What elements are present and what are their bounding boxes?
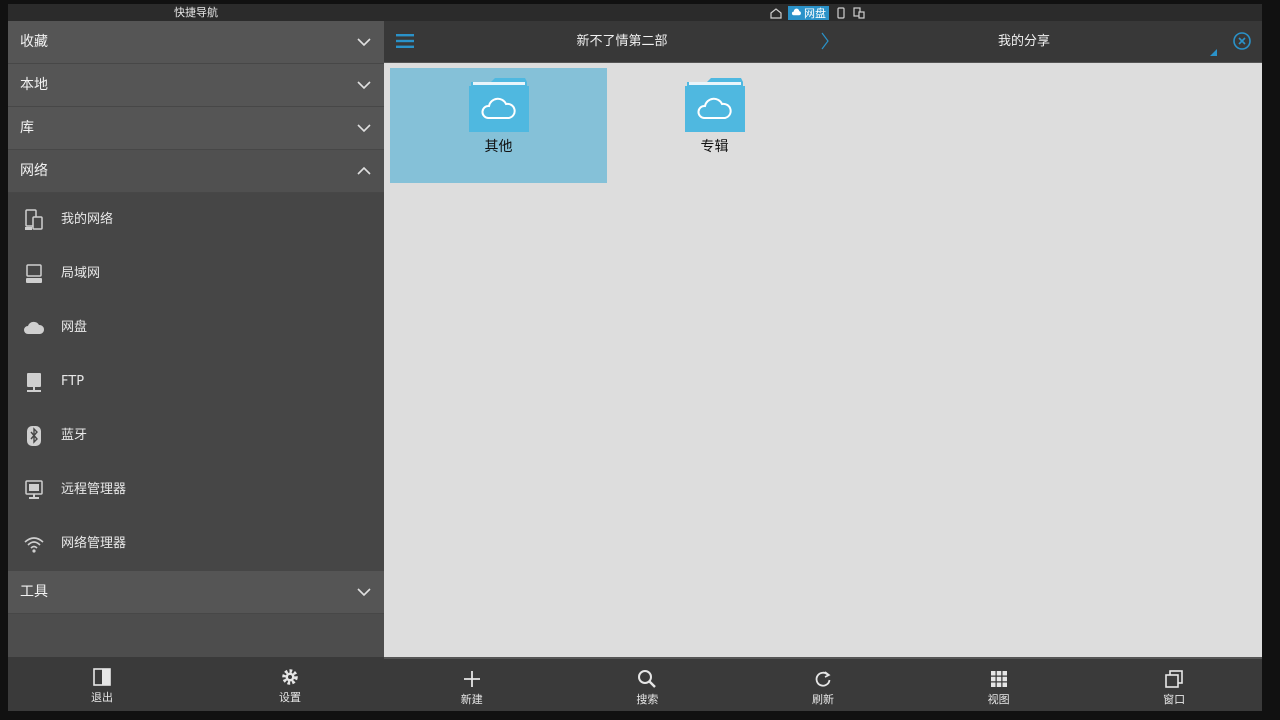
sidebar-item-label: 局域网 bbox=[61, 266, 101, 281]
section-label: 工具 bbox=[20, 584, 48, 600]
bottom-toolbar: 新建 搜索 刷新 视图 窗口 bbox=[384, 657, 1262, 711]
refresh-icon bbox=[815, 671, 831, 687]
search-label: 搜索 bbox=[636, 693, 659, 706]
cloud-drive-indicator-label: 网盘 bbox=[804, 6, 826, 20]
sidebar-item-cloud-drive[interactable]: 网盘 bbox=[8, 301, 384, 355]
main-panel: 网盘 新不了情第二部 我的分享 其他 专辑 新建 搜索 刷新 视图 窗口 bbox=[384, 4, 1262, 711]
refresh-button[interactable]: 刷新 bbox=[735, 659, 911, 711]
sidebar-title: 快捷导航 bbox=[8, 4, 384, 21]
quick-nav-sidebar: 快捷导航 收藏 本地 库 网络 我的网络 局域网 网盘 FTP 蓝牙 远程管理器… bbox=[8, 4, 384, 711]
exit-button[interactable]: 退出 bbox=[8, 657, 196, 711]
chevron-down-icon bbox=[357, 38, 371, 47]
status-icons: 网盘 bbox=[770, 4, 865, 21]
chevron-right-icon bbox=[821, 32, 829, 50]
window-button[interactable]: 窗口 bbox=[1086, 659, 1262, 711]
section-favorites[interactable]: 收藏 bbox=[8, 21, 384, 64]
window-label: 窗口 bbox=[1163, 693, 1186, 706]
new-button[interactable]: 新建 bbox=[384, 659, 560, 711]
sidebar-item-network-manager[interactable]: 网络管理器 bbox=[8, 517, 384, 571]
cloud-drive-indicator[interactable]: 网盘 bbox=[788, 5, 829, 20]
sidebar-item-label: 网络管理器 bbox=[61, 536, 127, 551]
exit-icon bbox=[93, 668, 111, 686]
ftp-icon bbox=[27, 373, 41, 392]
sidebar-item-bluetooth[interactable]: 蓝牙 bbox=[8, 409, 384, 463]
search-icon bbox=[638, 670, 657, 688]
sidebar-item-label: 我的网络 bbox=[61, 212, 114, 227]
search-button[interactable]: 搜索 bbox=[560, 659, 736, 711]
corner-indicator-icon bbox=[1210, 49, 1217, 56]
phone-icon[interactable] bbox=[835, 6, 847, 19]
close-icon[interactable] bbox=[1232, 31, 1252, 51]
section-tools[interactable]: 工具 bbox=[8, 571, 384, 614]
wifi-icon bbox=[24, 537, 44, 553]
section-network[interactable]: 网络 bbox=[8, 150, 384, 193]
tab-my-share[interactable]: 我的分享 bbox=[944, 21, 1104, 63]
settings-label: 设置 bbox=[279, 691, 301, 704]
sidebar-item-lan[interactable]: 局域网 bbox=[8, 247, 384, 301]
chevron-down-icon bbox=[357, 588, 371, 597]
sidebar-item-label: 远程管理器 bbox=[61, 482, 127, 497]
view-button[interactable]: 视图 bbox=[911, 659, 1087, 711]
sidebar-item-label: 网盘 bbox=[61, 320, 88, 335]
sidebar-item-remote-manager[interactable]: 远程管理器 bbox=[8, 463, 384, 517]
section-label: 收藏 bbox=[20, 34, 48, 50]
folder-name: 其他 bbox=[484, 139, 513, 155]
sidebar-item-ftp[interactable]: FTP bbox=[8, 355, 384, 409]
new-label: 新建 bbox=[460, 693, 483, 706]
section-label: 库 bbox=[20, 120, 34, 136]
window-icon bbox=[1165, 670, 1183, 688]
plus-icon bbox=[463, 671, 480, 687]
network-list: 我的网络 局域网 网盘 FTP 蓝牙 远程管理器 网络管理器 bbox=[8, 193, 384, 571]
home-icon[interactable] bbox=[770, 7, 782, 19]
section-local[interactable]: 本地 bbox=[8, 64, 384, 107]
exit-label: 退出 bbox=[91, 691, 113, 704]
chevron-down-icon bbox=[357, 124, 371, 133]
chevron-up-icon bbox=[357, 166, 371, 175]
folder-item[interactable]: 专辑 bbox=[606, 68, 823, 183]
chevron-down-icon bbox=[357, 81, 371, 90]
sidebar-item-my-network[interactable]: 我的网络 bbox=[8, 193, 384, 247]
sidebar-item-label: 蓝牙 bbox=[61, 428, 88, 443]
section-label: 本地 bbox=[20, 77, 48, 93]
remote-manager-icon bbox=[25, 480, 43, 499]
cloud-folder-icon bbox=[468, 78, 529, 132]
cloud-icon bbox=[791, 8, 801, 16]
refresh-label: 刷新 bbox=[811, 693, 834, 706]
menu-icon[interactable] bbox=[396, 33, 414, 49]
section-label: 网络 bbox=[20, 163, 48, 179]
cloud-folder-icon bbox=[684, 78, 745, 132]
view-label: 视图 bbox=[987, 693, 1010, 706]
section-library[interactable]: 库 bbox=[8, 107, 384, 150]
title-bar: 新不了情第二部 我的分享 bbox=[384, 21, 1262, 63]
lan-icon bbox=[26, 264, 42, 283]
devices-icon[interactable] bbox=[853, 6, 865, 19]
cloud-icon bbox=[24, 321, 45, 334]
my-network-icon bbox=[25, 209, 43, 230]
gear-icon bbox=[282, 669, 298, 685]
folder-name: 专辑 bbox=[700, 139, 729, 155]
bluetooth-icon bbox=[27, 426, 41, 446]
folder-item[interactable]: 其他 bbox=[390, 68, 607, 183]
tab-current-path[interactable]: 新不了情第二部 bbox=[544, 21, 700, 63]
file-grid: 其他 专辑 bbox=[384, 63, 1262, 657]
status-strip: 网盘 bbox=[384, 4, 1262, 21]
sidebar-item-label: FTP bbox=[61, 374, 85, 389]
grid-view-icon bbox=[990, 671, 1007, 687]
settings-button[interactable]: 设置 bbox=[196, 657, 384, 711]
sidebar-bottom-bar: 退出 设置 bbox=[8, 657, 384, 711]
